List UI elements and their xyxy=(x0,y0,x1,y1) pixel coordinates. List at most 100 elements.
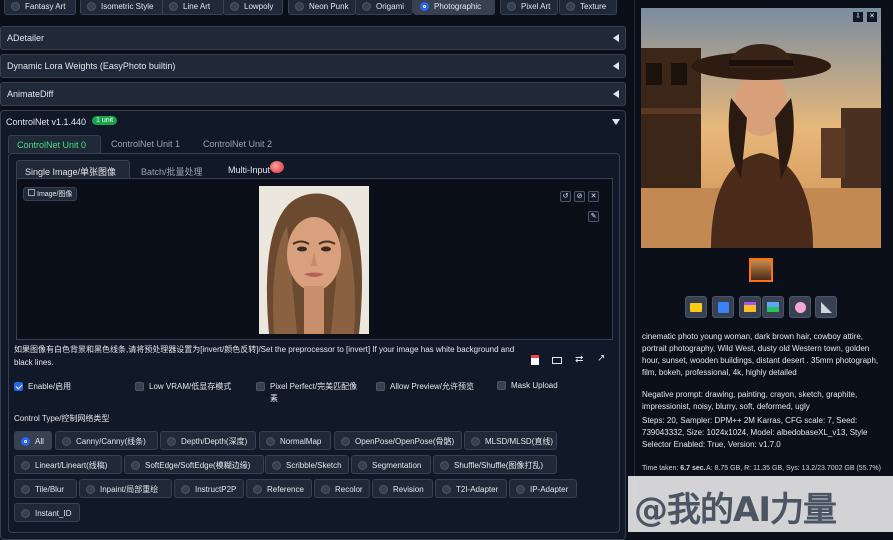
style-option-neon-punk[interactable]: Neon Punk xyxy=(288,0,356,15)
time-taken: Time taken: 6.7 sec. xyxy=(642,465,706,472)
send-to-extras-button[interactable] xyxy=(815,296,837,318)
controlnet-header[interactable]: ControlNet v1.1.440 1 unit xyxy=(0,110,626,134)
style-option-pixel-art[interactable]: Pixel Art xyxy=(500,0,558,15)
control-type-lineart[interactable]: Lineart/Lineart(线稿) xyxy=(14,455,122,474)
reset-button[interactable]: ⊘ xyxy=(574,191,585,202)
radio-icon xyxy=(11,2,20,12)
control-type-scribble[interactable]: Scribble/Sketch xyxy=(265,455,349,474)
image-upload-box[interactable]: Image/图像 ↺ ⊘ ✕ ✎ xyxy=(16,178,613,340)
checkbox-checked-icon xyxy=(14,382,23,392)
style-option-fantasy-art[interactable]: Fantasy Art xyxy=(4,0,76,15)
radio-icon xyxy=(440,461,449,471)
control-type-segmentation[interactable]: Segmentation xyxy=(351,455,431,474)
control-type-canny[interactable]: Canny/Canny(线条) xyxy=(55,431,158,450)
section-title: ControlNet v1.1.440 xyxy=(6,117,87,127)
section-adetailer[interactable]: ADetailer xyxy=(0,26,626,50)
undo-button[interactable]: ↺ xyxy=(560,191,571,202)
allow-preview-checkbox[interactable]: Allow Preview/允许预览 xyxy=(376,381,474,392)
save-button[interactable] xyxy=(712,296,734,318)
tab-batch[interactable]: Batch/批量处理 xyxy=(141,165,203,178)
radio-icon xyxy=(266,437,275,447)
tab-multi-input[interactable]: Multi-Input xyxy=(228,165,270,175)
tab-unit-1[interactable]: ControlNet Unit 1 xyxy=(111,139,180,149)
save-icon xyxy=(717,301,729,313)
swap-icon[interactable]: ⇄ xyxy=(575,354,583,365)
style-option-isometric[interactable]: Isometric Style xyxy=(80,0,168,15)
tab-single-image[interactable]: Single Image/单张图像 xyxy=(16,160,130,178)
radio-icon xyxy=(87,2,96,12)
close-image-button[interactable]: ✕ xyxy=(867,12,877,22)
new-badge-icon xyxy=(270,161,284,173)
send-to-img2img-button[interactable] xyxy=(762,296,784,318)
zip-button[interactable] xyxy=(739,296,761,318)
folder-icon xyxy=(690,302,702,312)
tab-unit-2[interactable]: ControlNet Unit 2 xyxy=(203,139,272,149)
radio-icon xyxy=(253,485,262,495)
control-type-title: Control Type/控制网络类型 xyxy=(14,414,110,423)
generated-image[interactable]: ⇩ ✕ xyxy=(641,8,881,248)
gallery-thumbnail[interactable] xyxy=(749,258,773,282)
image-label: Image/图像 xyxy=(23,187,78,201)
control-type-t2i-adapter[interactable]: T2I-Adapter xyxy=(435,479,507,498)
watermark: @我的AI力量 xyxy=(628,476,893,532)
preprocessor-hint: 如果图像有白色背景和黑色线条,请将预处理器设置为[invert/颜色反转]/Se… xyxy=(14,345,515,367)
control-type-normalmap[interactable]: NormalMap xyxy=(259,431,331,450)
radio-selected-icon xyxy=(21,437,30,447)
style-option-line-art[interactable]: Line Art xyxy=(162,0,224,15)
enable-checkbox[interactable]: Enable/启用 xyxy=(14,381,71,392)
style-option-texture[interactable]: Texture xyxy=(559,0,617,15)
section-dynamic-lora[interactable]: Dynamic Lora Weights (EasyPhoto builtin) xyxy=(0,54,626,78)
expand-arrow-icon xyxy=(612,119,620,125)
pixel-perfect-checkbox[interactable]: Pixel Perfect/完美匹配像素 xyxy=(256,381,361,405)
document-icon[interactable] xyxy=(531,355,539,365)
radio-icon xyxy=(442,485,451,495)
collapse-arrow-icon xyxy=(613,34,619,42)
control-type-mlsd[interactable]: MLSD/MLSD(直线) xyxy=(464,431,557,450)
ruler-icon xyxy=(820,301,832,313)
radio-icon xyxy=(566,2,575,12)
control-type-ip-adapter[interactable]: IP-Adapter xyxy=(509,479,577,498)
radio-icon xyxy=(21,509,30,519)
low-vram-checkbox[interactable]: Low VRAM/低显存模式 xyxy=(135,381,231,392)
radio-icon xyxy=(169,2,178,12)
control-type-softedge[interactable]: SoftEdge/SoftEdge(模糊边缘) xyxy=(124,455,264,474)
radio-icon xyxy=(86,485,95,495)
control-type-revision[interactable]: Revision xyxy=(372,479,433,498)
style-selector-row: Fantasy Art Isometric Style Line Art Low… xyxy=(0,0,626,18)
radio-icon xyxy=(181,485,190,495)
control-type-shuffle[interactable]: Shuffle/Shuffle(图像打乱) xyxy=(433,455,557,474)
radio-selected-icon xyxy=(420,2,429,12)
send-icon[interactable]: ↗ xyxy=(597,353,605,364)
uploaded-portrait-image xyxy=(259,186,369,334)
control-type-instant-id[interactable]: Instant_ID xyxy=(14,503,80,522)
checkbox-icon xyxy=(497,381,506,391)
section-animatediff[interactable]: AnimateDiff xyxy=(0,82,626,106)
style-option-photographic[interactable]: Photographic xyxy=(413,0,495,15)
control-type-reference[interactable]: Reference xyxy=(246,479,312,498)
download-button[interactable]: ⇩ xyxy=(853,12,863,22)
control-type-inpaint[interactable]: Inpaint/局部重绘 xyxy=(79,479,172,498)
send-to-inpaint-button[interactable] xyxy=(789,296,811,318)
mask-upload-checkbox[interactable]: Mask Upload xyxy=(497,381,558,391)
radio-icon xyxy=(362,2,371,12)
checkbox-icon xyxy=(376,382,385,392)
cowgirl-illustration xyxy=(641,8,881,248)
style-option-origami[interactable]: Origami xyxy=(355,0,413,15)
control-type-openpose[interactable]: OpenPose/OpenPose(骨骼) xyxy=(334,431,462,450)
image-icon xyxy=(767,302,779,313)
control-type-instructp2p[interactable]: InstructP2P xyxy=(174,479,244,498)
brush-button[interactable]: ✎ xyxy=(588,211,599,222)
radio-icon xyxy=(62,437,71,447)
style-option-lowpoly[interactable]: Lowpoly xyxy=(223,0,283,15)
close-button[interactable]: ✕ xyxy=(588,191,599,202)
radio-icon xyxy=(167,437,176,447)
radio-icon xyxy=(21,485,30,495)
open-folder-button[interactable] xyxy=(685,296,707,318)
control-type-recolor[interactable]: Recolor xyxy=(314,479,370,498)
tab-unit-0[interactable]: ControlNet Unit 0 xyxy=(8,135,101,153)
control-type-all[interactable]: All xyxy=(14,431,52,450)
control-type-tile[interactable]: Tile/Blur xyxy=(14,479,77,498)
control-type-depth[interactable]: Depth/Depth(深度) xyxy=(160,431,256,450)
radio-icon xyxy=(471,437,480,447)
camera-icon[interactable] xyxy=(552,357,562,364)
